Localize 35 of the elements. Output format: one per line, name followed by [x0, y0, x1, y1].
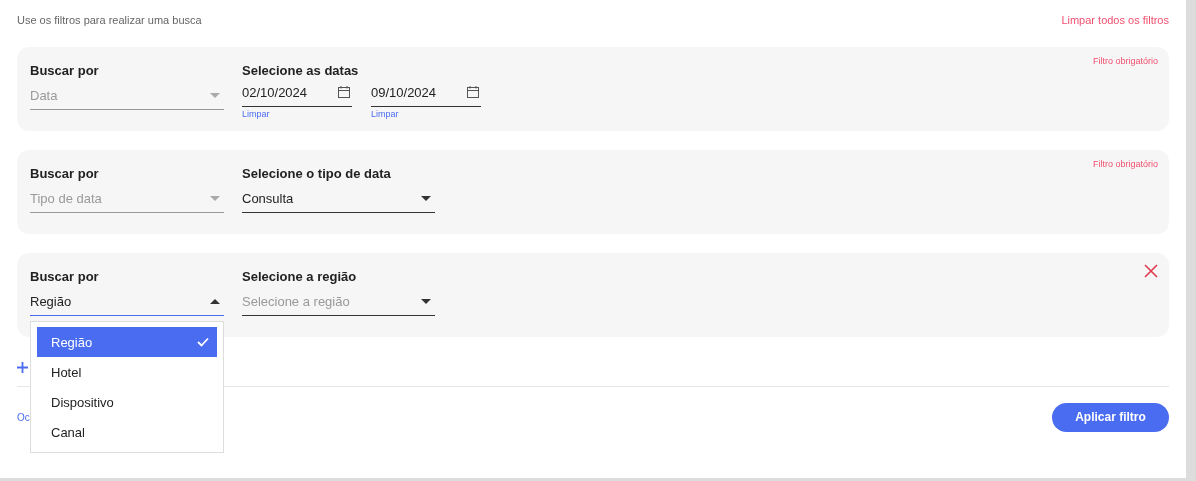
search-by-select[interactable]: Tipo de data: [30, 184, 224, 213]
close-button[interactable]: [1143, 263, 1159, 279]
date-field[interactable]: 02/10/2024: [242, 78, 352, 107]
field-label: Buscar por: [30, 63, 100, 80]
search-by-select[interactable]: Região: [30, 287, 224, 316]
menu-option[interactable]: Dispositivo: [37, 387, 217, 417]
field-label: Selecione as datas: [242, 63, 360, 78]
caret-icon: [210, 195, 220, 201]
field-label: Selecione o tipo de data: [242, 166, 392, 183]
menu-option[interactable]: Hotel: [37, 357, 217, 387]
caret-icon: [210, 92, 220, 98]
menu-option[interactable]: Região: [37, 327, 217, 357]
caret-icon: [210, 298, 220, 304]
clear-all-link[interactable]: Limpar todos os filtros: [1061, 14, 1169, 26]
footer-link[interactable]: Oc: [17, 411, 30, 423]
check-icon: [197, 337, 209, 347]
value-select[interactable]: Consulta: [242, 184, 435, 213]
menu-option[interactable]: Canal: [37, 417, 217, 447]
hint-text: Use os filtros para realizar uma busca: [17, 14, 202, 26]
clear-link[interactable]: Limpar: [242, 109, 352, 119]
field-label: Buscar por: [30, 166, 100, 183]
caret-icon: [421, 195, 431, 201]
value-select[interactable]: Selecione a região: [242, 287, 435, 316]
field-label: Selecione a região: [242, 269, 358, 286]
required-note: Filtro obrigatório: [1092, 56, 1158, 66]
field-label: Buscar por: [30, 269, 100, 286]
required-note: Filtro obrigatório: [1092, 159, 1158, 169]
apply-filter-button[interactable]: Aplicar filtro: [1052, 402, 1169, 432]
date-field[interactable]: 09/10/2024: [371, 78, 481, 107]
search-by-select[interactable]: Data: [30, 81, 224, 110]
plus-icon[interactable]: [17, 361, 28, 373]
clear-link[interactable]: Limpar: [371, 109, 481, 119]
calendar-icon[interactable]: [467, 86, 479, 98]
calendar-icon[interactable]: [338, 86, 350, 98]
caret-icon: [421, 298, 431, 304]
